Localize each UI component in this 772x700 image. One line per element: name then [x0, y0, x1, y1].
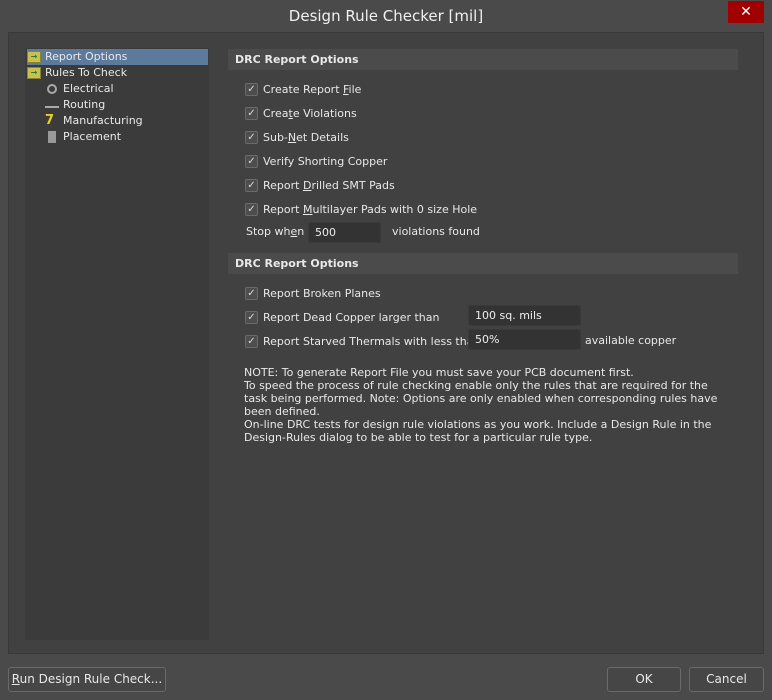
dead-copper-input[interactable]: 100 sq. mils [468, 305, 581, 326]
option-label: Sub-Net Details [263, 130, 349, 144]
check-icon: ✓ [245, 106, 258, 120]
tree-label: Electrical [63, 82, 114, 95]
tree-item-rules-to-check[interactable]: → Rules To Check [27, 65, 127, 81]
option-label: Report Dead Copper larger than [263, 310, 440, 324]
check-icon: ✓ [245, 286, 258, 300]
note-line: On-line DRC tests for design rule violat… [244, 418, 712, 444]
stop-when-input[interactable]: 500 [308, 222, 381, 243]
check-icon: ✓ [245, 130, 258, 144]
window-title: Design Rule Checker [mil] [288, 7, 484, 25]
report-broken-planes-checkbox[interactable]: ✓ Report Broken Planes [245, 285, 381, 301]
check-icon: ✓ [245, 202, 258, 216]
create-violations-checkbox[interactable]: ✓ Create Violations [245, 105, 357, 121]
check-icon: ✓ [245, 310, 258, 324]
electrical-icon [47, 84, 57, 94]
starved-thermals-input[interactable]: 50% [468, 329, 581, 350]
ok-button[interactable]: OK [607, 667, 681, 692]
create-report-file-checkbox[interactable]: ✓ Create Report File [245, 81, 361, 97]
stop-when-label: Stop when [246, 225, 305, 238]
tree-label: Routing [63, 98, 106, 111]
note-line: NOTE: To generate Report File you must s… [244, 366, 634, 379]
rule-tree[interactable]: → Report Options → Rules To Check Electric… [25, 48, 209, 640]
sub-net-details-checkbox[interactable]: ✓ Sub-Net Details [245, 129, 349, 145]
verify-shorting-copper-checkbox[interactable]: ✓ Verify Shorting Copper [245, 153, 387, 169]
run-design-rule-check-button[interactable]: Run Design Rule Check... [8, 667, 166, 692]
check-icon: ✓ [245, 334, 258, 348]
note-text: NOTE: To generate Report File you must s… [244, 366, 724, 444]
cancel-button[interactable]: Cancel [689, 667, 764, 692]
tree-label: Report Options [45, 50, 128, 63]
tree-label: Placement [63, 130, 122, 143]
placement-icon [48, 131, 56, 143]
option-label: Report Starved Thermals with less than [263, 334, 481, 348]
tree-item-placement[interactable]: Placement [45, 129, 121, 145]
option-label: Create Violations [263, 106, 357, 120]
report-drilled-smt-pads-checkbox[interactable]: ✓ Report Drilled SMT Pads [245, 177, 395, 193]
check-icon: ✓ [245, 82, 258, 96]
close-button[interactable]: ✕ [728, 1, 764, 23]
note-line: To speed the process of rule checking en… [244, 379, 718, 418]
report-multilayer-pads-checkbox[interactable]: ✓ Report Multilayer Pads with 0 size Hole [245, 201, 477, 217]
available-copper-label: available copper [585, 334, 677, 347]
tree-label: Rules To Check [45, 66, 128, 79]
tree-item-routing[interactable]: Routing [45, 97, 105, 113]
report-starved-thermals-checkbox[interactable]: ✓ Report Starved Thermals with less than [245, 333, 480, 349]
section-header: DRC Report Options [228, 49, 738, 70]
tree-item-manufacturing[interactable]: 7 Manufacturing [45, 113, 143, 129]
check-icon: ✓ [245, 154, 258, 168]
violations-found-label: violations found [392, 225, 480, 238]
report-dead-copper-checkbox[interactable]: ✓ Report Dead Copper larger than [245, 309, 439, 325]
option-label: Report Drilled SMT Pads [263, 178, 395, 192]
folder-icon: → [27, 51, 41, 63]
option-label: Report Broken Planes [263, 286, 381, 300]
section-header: DRC Report Options [228, 253, 738, 274]
tree-label: Manufacturing [63, 114, 143, 127]
manufacturing-icon: 7 [45, 113, 55, 128]
routing-icon [45, 106, 59, 108]
check-icon: ✓ [245, 178, 258, 192]
option-label: Create Report File [263, 82, 362, 96]
folder-icon: → [27, 67, 41, 79]
option-label: Verify Shorting Copper [263, 154, 388, 168]
option-label: Report Multilayer Pads with 0 size Hole [263, 202, 478, 216]
tree-item-electrical[interactable]: Electrical [45, 81, 114, 97]
tree-item-report-options[interactable]: → Report Options [27, 49, 208, 65]
